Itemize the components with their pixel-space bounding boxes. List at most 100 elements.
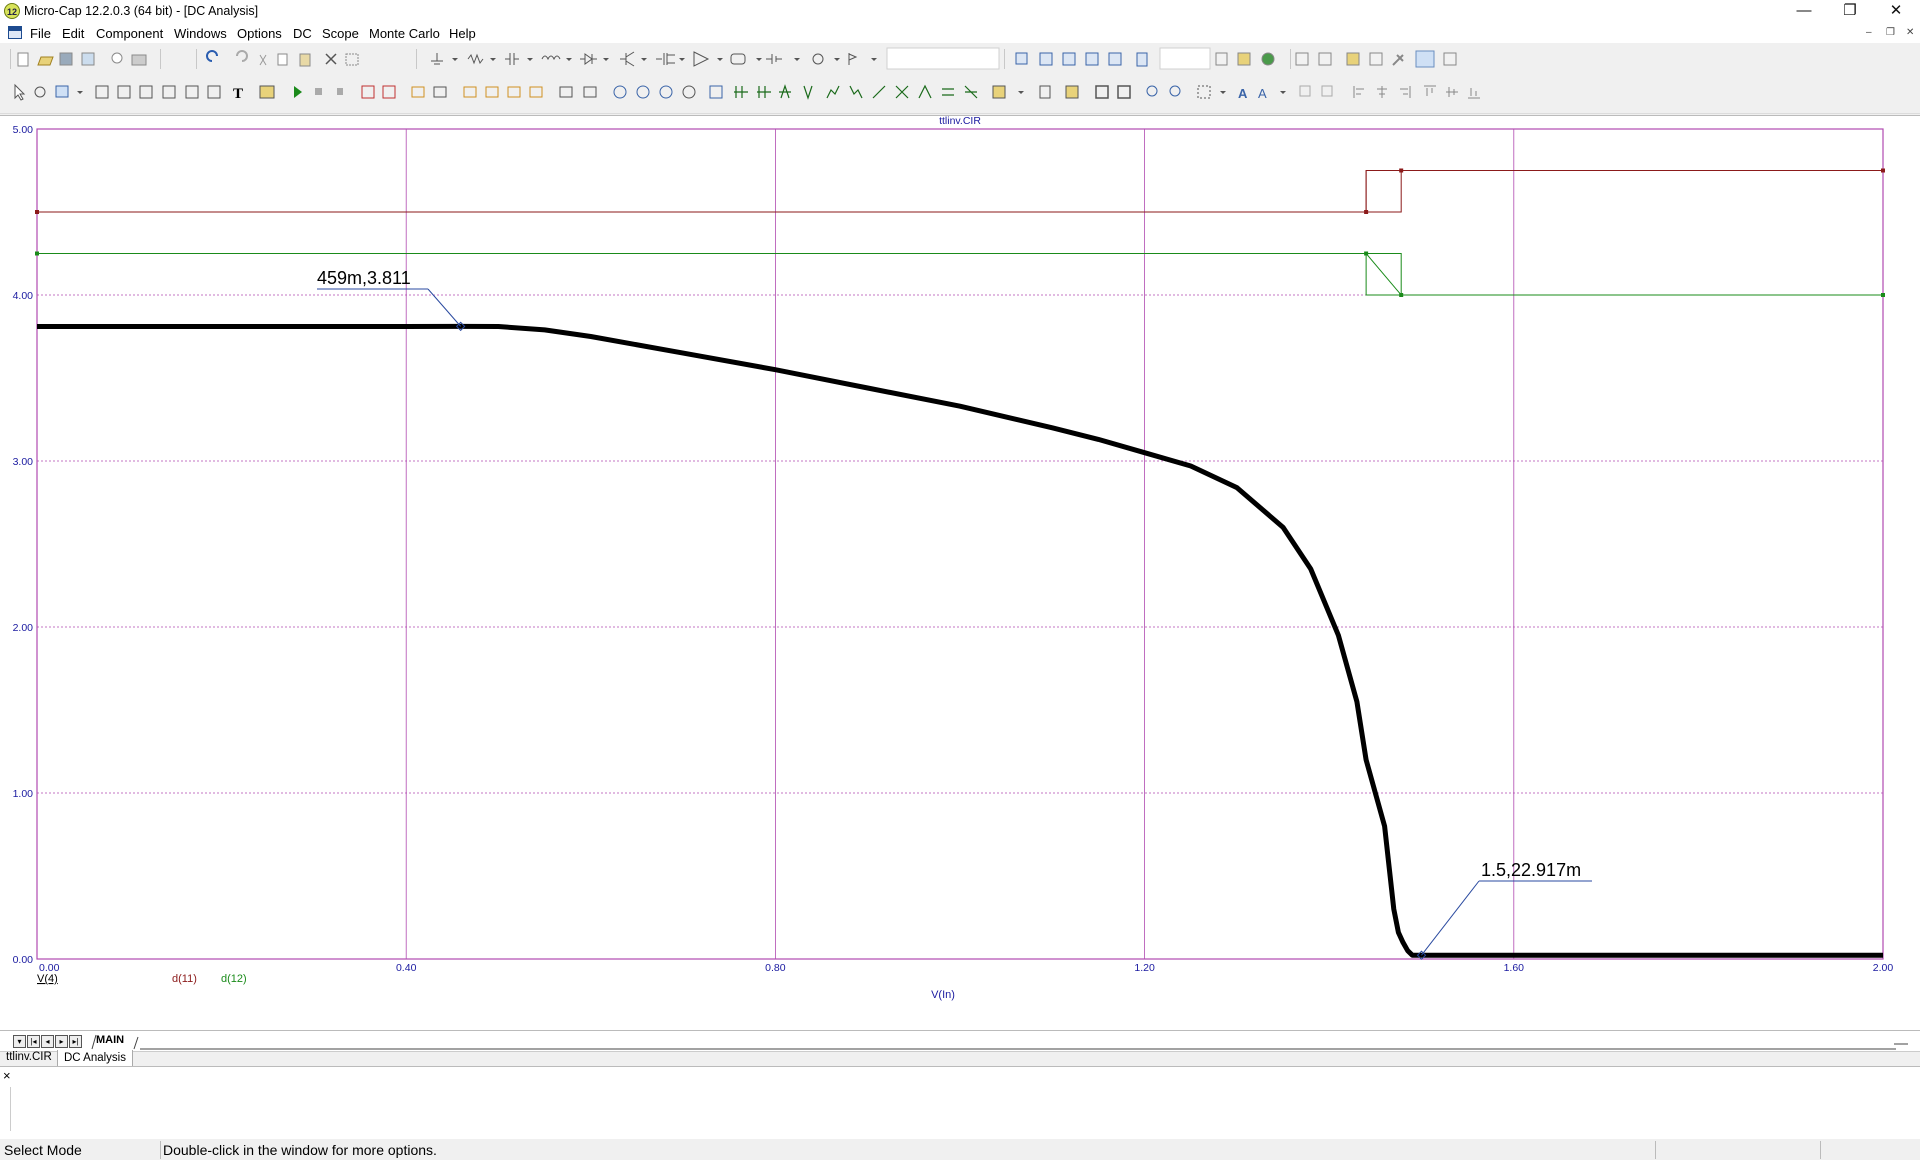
series-d11-line xyxy=(37,170,1883,213)
app-icon: 12 xyxy=(4,3,20,19)
document-tab-bar: ttlinv.CIR DC Analysis xyxy=(0,1050,1920,1067)
cursor-label: 1.5,22.917m xyxy=(1481,860,1581,880)
align-bottom-icon xyxy=(1468,88,1480,99)
close-button[interactable]: ✕ xyxy=(1873,0,1919,22)
series-marker xyxy=(1399,168,1404,173)
align-right-icon xyxy=(1400,86,1411,98)
x-tick-label: 0.80 xyxy=(765,962,786,974)
x-tick-label: 1.60 xyxy=(1504,962,1525,974)
run-icon xyxy=(294,86,302,98)
cascade-icon xyxy=(1015,52,1028,65)
title-bar: 12 Micro-Cap 12.2.0.3 (64 bit) - [DC Ana… xyxy=(0,0,1920,23)
align-middle-icon xyxy=(1446,87,1458,97)
tile-vertical-icon xyxy=(1039,52,1053,66)
animate-icon xyxy=(1415,50,1435,68)
bring-front-icon xyxy=(1299,85,1311,97)
menu-scope[interactable]: Scope xyxy=(322,26,359,41)
redo-icon xyxy=(236,50,248,62)
plot-properties-icon xyxy=(1369,52,1383,66)
plot-box-5-icon xyxy=(507,86,521,98)
cursor-label: 459m,3.811 xyxy=(317,268,411,288)
mdi-minimize-button[interactable]: – xyxy=(1866,27,1872,38)
standard-toolbar-icons[interactable] xyxy=(0,43,1920,75)
analysis-limits-icon xyxy=(1295,52,1309,66)
numeric-output-icon xyxy=(1346,52,1360,66)
undo-icon xyxy=(206,50,218,62)
legend-entry: V(4) xyxy=(37,973,58,985)
series-marker xyxy=(35,251,39,256)
plot-box-1-icon xyxy=(411,86,425,98)
font-size-icon: A xyxy=(1258,86,1267,101)
battery-icon xyxy=(766,54,782,64)
menu-component[interactable]: Component xyxy=(96,26,163,41)
performance-tag-icon xyxy=(185,85,199,99)
plot-area[interactable]: 0.00 0.40 0.80 1.20 1.60 2.00 0.00 1.00 2.00 3.00… xyxy=(0,115,1920,1031)
x-axis-label: V(In) xyxy=(931,989,955,1001)
mdi-close-button[interactable]: ✕ xyxy=(1906,27,1914,38)
graphics-icon xyxy=(207,85,221,99)
window-split-icon xyxy=(1085,52,1099,66)
document-icon[interactable] xyxy=(8,26,22,39)
zoom-out-icon xyxy=(1169,85,1181,97)
plot-box-4-icon xyxy=(485,86,499,98)
window-title: Micro-Cap 12.2.0.3 (64 bit) - [DC Analys… xyxy=(24,4,259,18)
align-left-icon xyxy=(1353,86,1364,98)
diode-icon xyxy=(580,53,597,65)
series-d11-transition xyxy=(1365,170,1402,213)
menu-options[interactable]: Options xyxy=(237,26,282,41)
menu-monte-carlo[interactable]: Monte Carlo xyxy=(369,26,440,41)
cursor-mode-icons xyxy=(734,84,978,100)
series-marker xyxy=(1881,293,1885,297)
output-pane[interactable]: × xyxy=(0,1066,1920,1140)
mdi-restore-button[interactable]: ❐ xyxy=(1886,27,1895,38)
menu-file[interactable]: File xyxy=(30,26,51,41)
toolbar-separators xyxy=(10,49,1291,69)
text-icon xyxy=(1237,52,1251,66)
print-preview-icon xyxy=(111,52,123,64)
x-tick-label: 0.40 xyxy=(396,962,417,974)
doc-tab-ttlinv[interactable]: ttlinv.CIR xyxy=(6,1051,52,1063)
series-marker xyxy=(1364,251,1369,256)
menu-help[interactable]: Help xyxy=(449,26,476,41)
zoom-circle-3-icon xyxy=(659,85,673,99)
series-marker xyxy=(1364,210,1369,214)
font-icon: A xyxy=(1238,86,1248,101)
plot-box-2-icon xyxy=(433,86,447,98)
tools-icon xyxy=(1392,54,1404,66)
legend-entry: d(12) xyxy=(221,973,247,985)
paste-icon xyxy=(299,53,311,67)
minimize-button[interactable]: — xyxy=(1781,0,1827,22)
globe-icon xyxy=(1261,52,1275,66)
y-tick-label: 0.00 xyxy=(13,954,34,966)
doc-tab-dc-analysis[interactable]: DC Analysis xyxy=(57,1050,133,1067)
zoom-circle-2-icon xyxy=(636,85,650,99)
analysis-toolbar-icons[interactable]: T A A xyxy=(0,75,1920,113)
text-tool-icon: T xyxy=(233,86,243,102)
y-tick-label: 4.00 xyxy=(13,290,34,302)
calculator-icon xyxy=(1136,52,1148,67)
menu-edit[interactable]: Edit xyxy=(62,26,84,41)
dc-analysis-plot[interactable]: 0.00 0.40 0.80 1.20 1.60 2.000.001.002.003.00… xyxy=(0,116,1920,1031)
status-hint: Double-click in the window for more opti… xyxy=(163,1142,437,1158)
properties-icon xyxy=(1318,52,1332,66)
plot-box-6-icon xyxy=(529,86,543,98)
fit-all-icon xyxy=(1117,85,1131,99)
align-top-icon xyxy=(1424,85,1436,96)
transistor-icon xyxy=(620,51,635,67)
page-icon xyxy=(1215,52,1228,66)
cut-icon xyxy=(259,54,267,66)
output-divider xyxy=(10,1087,11,1131)
select-arrow-icon xyxy=(14,83,26,101)
opamp-icon xyxy=(693,51,710,67)
standard-toolbar xyxy=(0,43,1920,76)
copy-icon xyxy=(277,53,288,66)
auto-scale-icon xyxy=(382,85,396,99)
menu-windows[interactable]: Windows xyxy=(174,26,227,41)
region-icon xyxy=(117,85,131,99)
restore-button[interactable]: ❐ xyxy=(1827,0,1873,22)
menu-dc[interactable]: DC xyxy=(293,26,312,41)
output-close-icon[interactable]: × xyxy=(3,1068,11,1083)
plot-title: ttlinv.CIR xyxy=(939,116,981,127)
stepping-icon xyxy=(1443,52,1457,66)
zoom-circle-4-icon xyxy=(682,85,696,99)
